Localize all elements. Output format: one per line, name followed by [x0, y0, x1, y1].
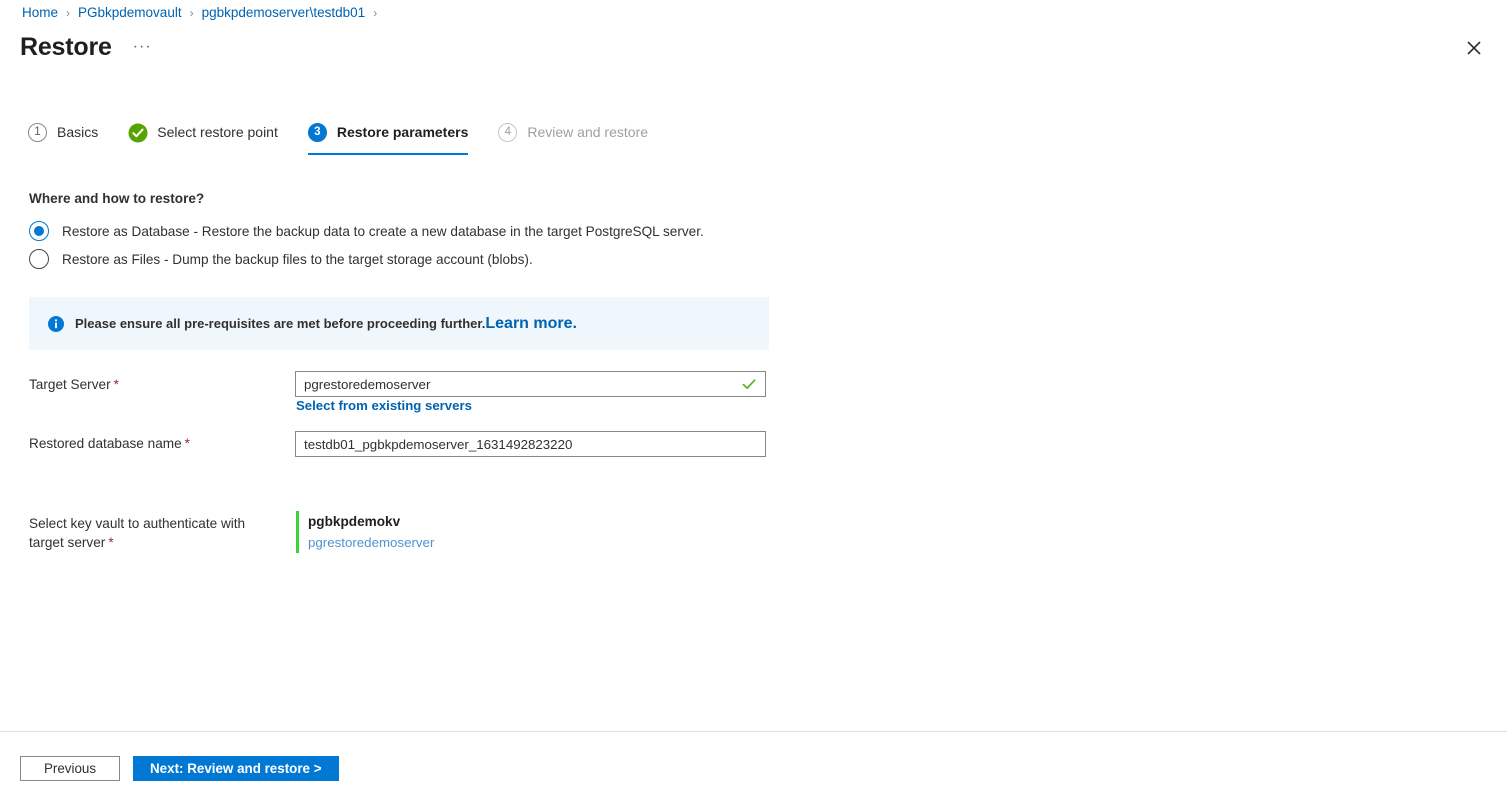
- previous-button[interactable]: Previous: [20, 756, 120, 781]
- restored-database-name-field[interactable]: [295, 431, 766, 457]
- step-label-select-restore-point: Select restore point: [157, 124, 278, 140]
- step-number-badge: 3: [308, 123, 327, 142]
- label-key-vault-text: Select key vault to authenticate with ta…: [29, 516, 245, 550]
- key-vault-name: pgbkpdemokv: [308, 511, 434, 532]
- next-review-and-restore-button[interactable]: Next: Review and restore >: [133, 756, 339, 781]
- step-label-basics: Basics: [57, 124, 98, 140]
- step-number-badge: 4: [498, 123, 517, 142]
- radio-unselected-icon: [29, 249, 49, 269]
- required-asterisk: *: [185, 436, 190, 451]
- breadcrumb: Home › PGbkpdemovault › pgbkpdemoserver\…: [22, 3, 385, 23]
- wizard-step-basics[interactable]: 1 Basics: [28, 116, 98, 148]
- step-number-badge: 1: [28, 123, 47, 142]
- breadcrumb-item-database[interactable]: pgbkpdemoserver\testdb01: [202, 3, 366, 23]
- breadcrumb-separator-icon: ›: [373, 3, 377, 23]
- step-completed-badge: [128, 123, 147, 142]
- footer-divider: [0, 731, 1507, 732]
- target-server-field[interactable]: [295, 371, 766, 397]
- wizard-footer: Previous Next: Review and restore >: [20, 756, 339, 781]
- info-banner: Please ensure all pre-requisites are met…: [29, 297, 769, 350]
- page-title: Restore: [20, 31, 112, 63]
- check-circle-icon: [128, 123, 148, 143]
- restore-wizard-page: Home › PGbkpdemovault › pgbkpdemoserver\…: [0, 0, 1507, 801]
- page-header: Restore ···: [20, 31, 155, 63]
- target-server-input[interactable]: [304, 372, 735, 396]
- label-target-server: Target Server*: [29, 376, 119, 394]
- key-vault-selection[interactable]: pgbkpdemokv pgrestoredemoserver: [296, 511, 434, 553]
- restored-database-name-input[interactable]: [304, 432, 757, 456]
- radio-label-restore-as-database: Restore as Database - Restore the backup…: [62, 224, 704, 239]
- breadcrumb-separator-icon: ›: [66, 3, 70, 23]
- wizard-steps: 1 Basics Select restore point 3 Restore …: [28, 116, 678, 148]
- wizard-step-review-and-restore: 4 Review and restore: [498, 116, 648, 148]
- breadcrumb-item-vault[interactable]: PGbkpdemovault: [78, 3, 182, 23]
- label-restored-database-name-text: Restored database name: [29, 436, 182, 451]
- info-icon: [48, 316, 64, 332]
- label-key-vault: Select key vault to authenticate with ta…: [29, 514, 279, 552]
- radio-restore-as-files[interactable]: Restore as Files - Dump the backup files…: [29, 249, 533, 269]
- close-button[interactable]: [1458, 32, 1490, 64]
- required-asterisk: *: [108, 535, 113, 550]
- more-options-icon[interactable]: ···: [130, 31, 155, 63]
- required-asterisk: *: [114, 377, 119, 392]
- breadcrumb-separator-icon: ›: [190, 3, 194, 23]
- section-title-where-and-how: Where and how to restore?: [29, 191, 204, 206]
- info-banner-learn-more-link[interactable]: Learn more.: [485, 315, 577, 333]
- step-label-restore-parameters: Restore parameters: [337, 124, 469, 140]
- step-label-review-and-restore: Review and restore: [527, 124, 648, 140]
- radio-restore-as-database[interactable]: Restore as Database - Restore the backup…: [29, 221, 704, 241]
- radio-label-restore-as-files: Restore as Files - Dump the backup files…: [62, 252, 533, 267]
- validation-check-icon: [741, 376, 757, 392]
- wizard-step-select-restore-point[interactable]: Select restore point: [128, 116, 278, 148]
- info-banner-text: Please ensure all pre-requisites are met…: [75, 316, 485, 331]
- label-restored-database-name: Restored database name*: [29, 435, 190, 453]
- select-from-existing-servers-link[interactable]: Select from existing servers: [296, 398, 472, 413]
- breadcrumb-item-home[interactable]: Home: [22, 3, 58, 23]
- label-target-server-text: Target Server: [29, 377, 111, 392]
- wizard-step-restore-parameters[interactable]: 3 Restore parameters: [308, 116, 469, 148]
- key-vault-subtitle[interactable]: pgrestoredemoserver: [308, 532, 434, 553]
- radio-selected-icon: [29, 221, 49, 241]
- close-icon: [1467, 41, 1481, 55]
